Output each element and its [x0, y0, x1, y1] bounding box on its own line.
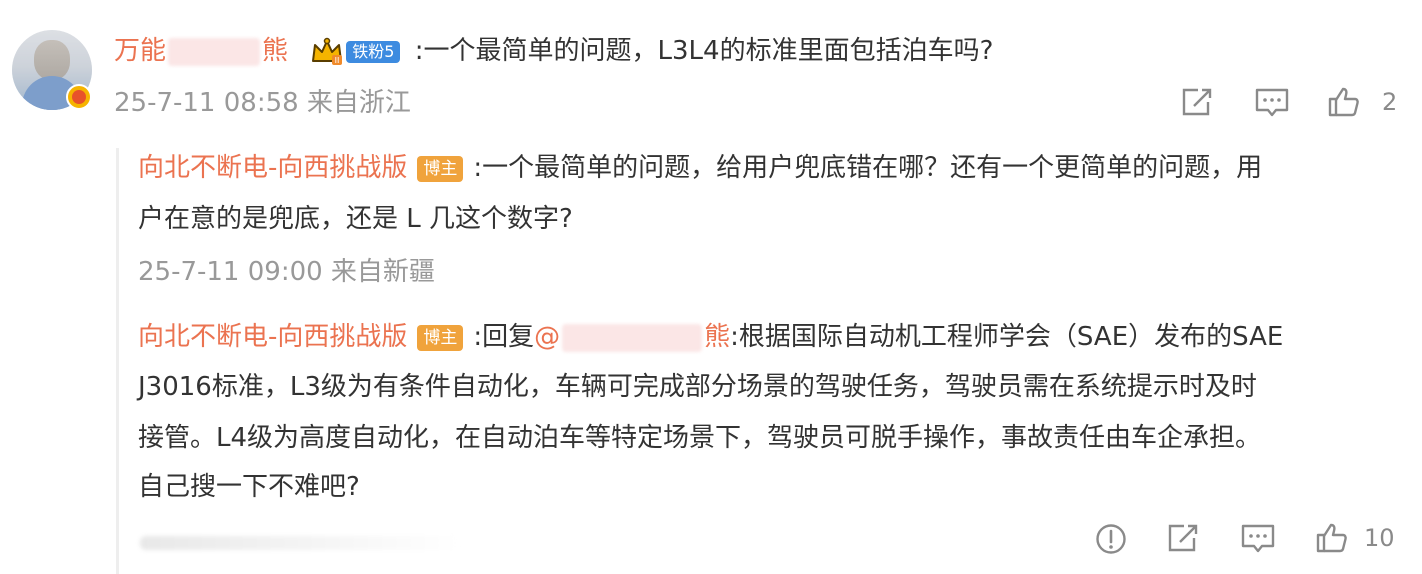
share-icon: [1168, 524, 1198, 552]
like-icon: [1316, 523, 1347, 553]
verified-badge-icon: [66, 84, 92, 110]
share-button[interactable]: [1180, 86, 1216, 118]
comment-icon: [1255, 88, 1289, 117]
reply-thread-border: [116, 148, 119, 574]
blurred-timestamp: [140, 536, 460, 550]
share-button[interactable]: [1166, 522, 1202, 554]
reply1-line1: 向北不断电-向西挑战版 博主 :一个最简单的问题，给用户兜底错在哪？还有一个更简单的…: [138, 151, 1262, 185]
comment-header: 万能熊 II 铁粉5 :一个最简单的问题，L3L4的标准里面包括泊车吗?: [114, 34, 993, 68]
blogger-badge: 博主: [417, 324, 464, 351]
comment-button[interactable]: [1240, 522, 1276, 554]
report-button[interactable]: [1094, 522, 1128, 556]
report-icon: [1096, 524, 1126, 554]
reply2-line1: 向北不断电-向西挑战版 博主 :回复@ 熊:根据国际自动机工程师学会（SAE）发布的S…: [138, 320, 1283, 354]
reply2-reply-prefix: :回复: [473, 322, 535, 352]
comment-user-name[interactable]: 万能熊: [114, 36, 296, 66]
comment-button[interactable]: [1254, 86, 1290, 118]
masked-name: [168, 37, 261, 66]
reply2-text-line3: 接管。L4级为高度自动化，在自动泊车等特定场景下，驾驶员可脱手操作，事故责任由车…: [138, 423, 1262, 453]
reply2-text-line2: J3016标准，L3级为有条件自动化，车辆可完成部分场景的驾驶任务，驾驶员需在系…: [138, 372, 1257, 402]
comment-icon: [1241, 524, 1275, 553]
comment-text: :一个最简单的问题，L3L4的标准里面包括泊车吗?: [414, 36, 994, 66]
reply2-text-line4: 自己搜一下不难吧?: [138, 472, 360, 502]
like-count: 2: [1382, 88, 1398, 116]
reply1-timestamp: 25-7-11 09:00 来自新疆: [138, 257, 435, 287]
reply1-text-line2: 户在意的是兜底，还是 L 几这个数字?: [138, 204, 573, 234]
svg-text:II: II: [335, 56, 340, 65]
crown-icon: II: [312, 37, 343, 65]
blogger-badge: 博主: [417, 155, 464, 182]
comment-timestamp: 25-7-11 08:58 来自浙江: [114, 88, 411, 118]
reply1-user-name[interactable]: 向北不断电-向西挑战版: [138, 153, 407, 183]
masked-mention: [562, 323, 703, 352]
reply2-text-line1: :根据国际自动机工程师学会（SAE）发布的SAE: [730, 322, 1284, 352]
like-button[interactable]: 10: [1314, 522, 1395, 554]
reply1-text-line1: :一个最简单的问题，给用户兜底错在哪？还有一个更简单的问题，用: [473, 153, 1263, 183]
reply2-mention[interactable]: @ 熊: [534, 322, 730, 352]
share-icon: [1182, 88, 1212, 116]
fan-badge: 铁粉5: [346, 40, 401, 63]
reply2-user-name[interactable]: 向北不断电-向西挑战版: [138, 322, 407, 352]
like-count: 10: [1364, 524, 1395, 552]
like-button[interactable]: 2: [1326, 86, 1397, 118]
like-icon: [1328, 87, 1359, 117]
